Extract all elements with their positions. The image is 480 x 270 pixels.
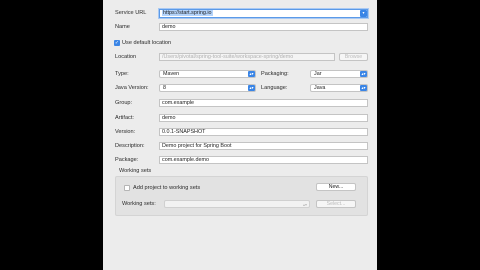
service-url-field[interactable]: https://start.spring.io ▾ (159, 9, 368, 18)
service-url-value: https://start.spring.io (162, 10, 213, 16)
chevron-down-icon[interactable]: ▴▾ (360, 71, 367, 77)
language-select[interactable]: Java ▴▾ (310, 84, 368, 92)
working-sets-title: Working sets (119, 168, 152, 174)
chevron-down-icon: ▴▾ (302, 202, 307, 207)
java-version-value: 8 (163, 85, 166, 91)
browse-button[interactable]: Browse (339, 53, 368, 61)
working-sets-select[interactable]: ▴▾ (164, 200, 310, 208)
version-field[interactable]: 0.0.1-SNAPSHOT (159, 128, 368, 136)
name-label: Name (115, 24, 130, 30)
chevron-down-icon[interactable]: ▾ (360, 10, 367, 17)
new-spring-project-dialog: Service URL https://start.spring.io ▾ Na… (103, 0, 377, 270)
add-to-working-sets-checkbox[interactable] (124, 185, 130, 191)
select-working-set-button[interactable]: Select... (316, 200, 356, 208)
service-url-label: Service URL (115, 10, 147, 16)
group-label: Group: (115, 100, 133, 106)
working-sets-label: Working sets: (122, 201, 156, 207)
name-field[interactable]: demo (159, 23, 368, 31)
packaging-label: Packaging: (261, 71, 289, 77)
language-value: Java (314, 85, 326, 91)
use-default-location-label: Use default location (122, 40, 172, 46)
description-label: Description: (115, 143, 145, 149)
group-field[interactable]: com.example (159, 99, 368, 107)
description-field[interactable]: Demo project for Spring Boot (159, 142, 368, 150)
location-label: Location (115, 54, 137, 60)
version-label: Version: (115, 129, 136, 135)
java-version-select[interactable]: 8 ▴▾ (159, 84, 256, 92)
artifact-label: Artifact: (115, 115, 134, 121)
location-field[interactable]: /Users/pivotal/spring-tool-suite/workspa… (159, 53, 335, 61)
add-to-working-sets-label: Add project to working sets (133, 185, 201, 191)
chevron-down-icon[interactable]: ▴▾ (248, 71, 255, 77)
new-working-set-button[interactable]: New... (316, 183, 356, 191)
java-version-label: Java Version: (115, 85, 149, 91)
type-value: Maven (163, 71, 180, 77)
working-sets-group: Add project to working sets New... Worki… (115, 176, 368, 216)
package-field[interactable]: com.example.demo (159, 156, 368, 164)
language-label: Language: (261, 85, 288, 91)
packaging-select[interactable]: Jar ▴▾ (310, 70, 368, 78)
type-label: Type: (115, 71, 129, 77)
type-select[interactable]: Maven ▴▾ (159, 70, 256, 78)
packaging-value: Jar (314, 71, 322, 77)
chevron-down-icon[interactable]: ▴▾ (360, 85, 367, 91)
use-default-location-checkbox[interactable]: ✓ (114, 40, 120, 46)
artifact-field[interactable]: demo (159, 114, 368, 122)
package-label: Package: (115, 157, 139, 163)
chevron-down-icon[interactable]: ▴▾ (248, 85, 255, 91)
